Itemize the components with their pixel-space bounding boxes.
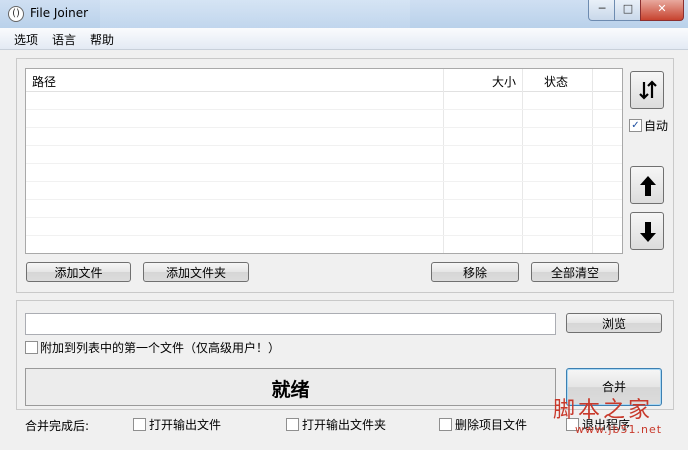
- open-output-folder-label: 打开输出文件夹: [302, 418, 387, 432]
- add-file-button[interactable]: 添加文件: [26, 262, 131, 282]
- minimize-button[interactable]: ─: [588, 0, 616, 21]
- output-path-input[interactable]: [25, 313, 556, 335]
- sort-updown-icon: [639, 80, 657, 100]
- column-path[interactable]: 路径: [32, 73, 56, 90]
- column-divider[interactable]: [443, 69, 444, 253]
- auto-label: 自动: [644, 119, 669, 133]
- row-divider: [26, 235, 622, 236]
- column-size[interactable]: 大小: [492, 73, 516, 90]
- remove-button[interactable]: 移除: [431, 262, 519, 282]
- append-first-checkbox[interactable]: [25, 341, 38, 354]
- site-watermark: 脚本之家 www.jb51.net: [553, 392, 683, 444]
- app-icon: (): [8, 6, 24, 22]
- status-text: 就绪: [271, 379, 310, 401]
- column-status[interactable]: 状态: [544, 73, 568, 90]
- file-list[interactable]: 路径 大小 状态: [25, 68, 623, 254]
- open-output-file-label: 打开输出文件: [149, 418, 222, 432]
- menu-bar: 选项 语言 帮助: [0, 28, 688, 50]
- column-divider[interactable]: [522, 69, 523, 253]
- row-divider: [26, 163, 622, 164]
- row-divider: [26, 127, 622, 128]
- status-display: 就绪: [25, 368, 556, 406]
- arrow-up-icon: [640, 176, 656, 196]
- row-divider: [26, 181, 622, 182]
- after-merge-label: 合并完成后:: [25, 419, 90, 433]
- column-divider[interactable]: [592, 69, 593, 253]
- arrow-down-icon: [640, 222, 656, 242]
- row-divider: [26, 109, 622, 110]
- menu-help[interactable]: 帮助: [90, 31, 114, 48]
- maximize-button[interactable]: □: [614, 0, 642, 21]
- row-divider: [26, 145, 622, 146]
- move-down-button[interactable]: [630, 212, 664, 250]
- row-divider: [26, 199, 622, 200]
- window-title: File Joiner: [30, 6, 89, 20]
- file-list-header: 路径 大小 状态: [26, 69, 622, 92]
- menu-language[interactable]: 语言: [52, 31, 76, 48]
- menu-options[interactable]: 选项: [14, 31, 38, 48]
- open-output-folder-checkbox[interactable]: [286, 418, 299, 431]
- delete-items-checkbox[interactable]: [439, 418, 452, 431]
- title-bar[interactable]: () File Joiner ─ □ ✕: [0, 0, 688, 28]
- background-window-ghost: [100, 0, 410, 28]
- delete-items-label: 删除项目文件: [455, 418, 528, 432]
- append-first-label: 附加到列表中的第一个文件（仅高级用户！）: [40, 341, 281, 355]
- row-divider: [26, 217, 622, 218]
- close-button[interactable]: ✕: [640, 0, 684, 21]
- open-output-file-checkbox[interactable]: [133, 418, 146, 431]
- watermark-url: www.jb51.net: [575, 423, 663, 436]
- browse-button[interactable]: 浏览: [566, 313, 662, 333]
- clear-all-button[interactable]: 全部清空: [531, 262, 619, 282]
- move-up-button[interactable]: [630, 166, 664, 204]
- sort-button[interactable]: [630, 71, 664, 109]
- watermark-logo: 脚本之家: [553, 398, 654, 423]
- auto-checkbox[interactable]: ✓: [629, 119, 642, 132]
- add-folder-button[interactable]: 添加文件夹: [143, 262, 249, 282]
